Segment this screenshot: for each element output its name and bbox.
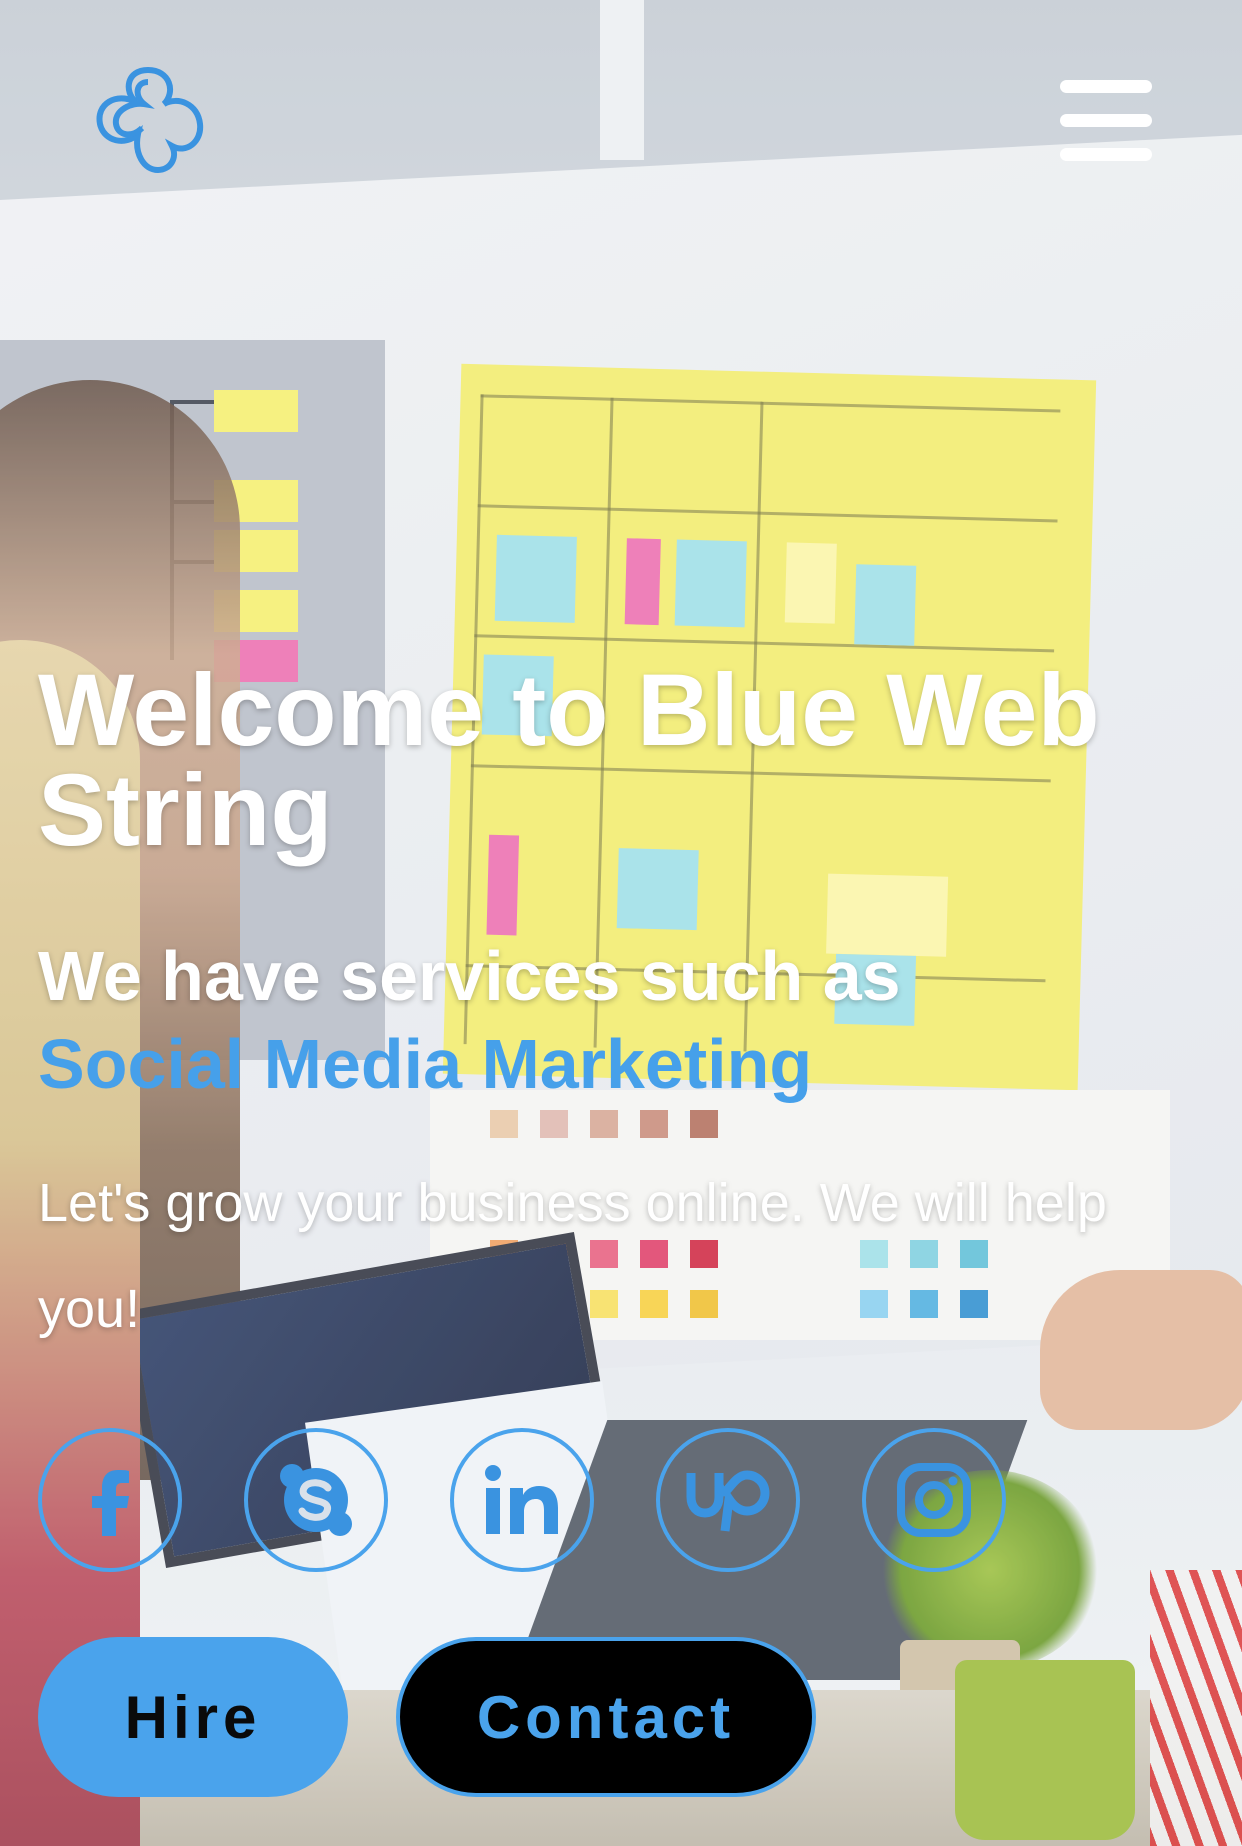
facebook-link[interactable] [38, 1428, 182, 1572]
trefoil-logo-icon [96, 66, 204, 174]
service-highlight: Social Media Marketing [38, 1025, 813, 1103]
skype-icon [280, 1464, 352, 1536]
linkedin-link[interactable] [450, 1428, 594, 1572]
hamburger-menu-icon [1060, 80, 1152, 93]
upwork-icon [686, 1470, 770, 1532]
skype-link[interactable] [244, 1428, 388, 1572]
hero-section: Welcome to Blue Web String We have servi… [38, 653, 1198, 1362]
hire-button[interactable]: Hire [38, 1637, 348, 1797]
logo[interactable] [86, 62, 210, 178]
hero-title: Welcome to Blue Web String [38, 653, 1100, 867]
hero-description: Let's grow your business online. We will… [38, 1173, 1107, 1339]
upwork-link[interactable] [656, 1428, 800, 1572]
facebook-icon [92, 1470, 129, 1536]
instagram-icon [897, 1463, 971, 1537]
instagram-link[interactable] [862, 1428, 1006, 1572]
menu-button[interactable] [1060, 80, 1152, 162]
linkedin-icon [485, 1465, 558, 1534]
services-prefix: We have services such as [38, 937, 901, 1015]
contact-button[interactable]: Contact [396, 1637, 816, 1797]
